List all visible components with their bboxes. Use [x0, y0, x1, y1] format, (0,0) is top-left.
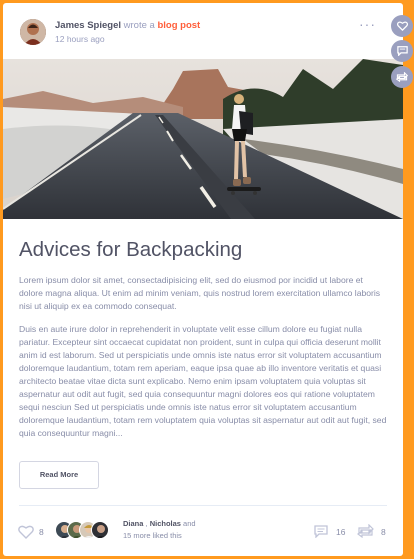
like-count: 8	[39, 527, 44, 537]
share-arrows-icon[interactable]	[357, 524, 374, 538]
heart-icon[interactable]	[18, 525, 34, 539]
liked-by-names: Diana , Nicholas and	[123, 519, 196, 528]
side-like-button[interactable]	[391, 15, 413, 37]
post-content: Advices for Backpacking Lorem ipsum dolo…	[19, 219, 389, 440]
author-name[interactable]: James Spiegel	[55, 20, 121, 31]
post-title[interactable]: Advices for Backpacking	[19, 238, 389, 262]
author-line: James Spiegel wrote a blog post	[55, 20, 200, 31]
speech-bubble-icon	[396, 46, 408, 56]
share-count: 8	[381, 527, 386, 537]
post-paragraph-1: Lorem ipsum dolor sit amet, consectadipi…	[19, 275, 381, 311]
liked-by-diana[interactable]: Diana	[123, 519, 143, 528]
post-time: 12 hours ago	[55, 34, 105, 44]
post-paragraph-2: Duis en aute irure dolor in reprehenderi…	[19, 324, 387, 438]
heart-icon	[396, 21, 408, 31]
liked-more-text: 15 more liked this	[123, 531, 182, 540]
side-share-button[interactable]	[391, 66, 413, 88]
blog-post-link[interactable]: blog post	[157, 20, 200, 31]
post-header: James Spiegel wrote a blog post 12 hours…	[3, 3, 403, 59]
read-more-button[interactable]: Read More	[19, 461, 99, 489]
liked-by-and: and	[180, 519, 196, 528]
more-options-icon[interactable]: ···	[359, 17, 376, 31]
share-arrows-icon	[396, 72, 408, 82]
blog-post-card: James Spiegel wrote a blog post 12 hours…	[3, 3, 403, 556]
comment-count: 16	[336, 527, 346, 537]
post-photo	[3, 59, 403, 219]
author-avatar[interactable]	[20, 19, 46, 45]
liked-by-nicholas[interactable]: Nicholas	[150, 519, 181, 528]
side-comment-button[interactable]	[391, 40, 413, 62]
post-action-text: wrote a	[123, 20, 155, 31]
friend-avatar[interactable]	[91, 521, 109, 539]
speech-bubble-icon[interactable]	[314, 525, 328, 538]
liked-friends-avatars	[55, 521, 115, 541]
post-footer: 8 Diana , Nicholas and 15 more liked thi…	[3, 506, 403, 556]
